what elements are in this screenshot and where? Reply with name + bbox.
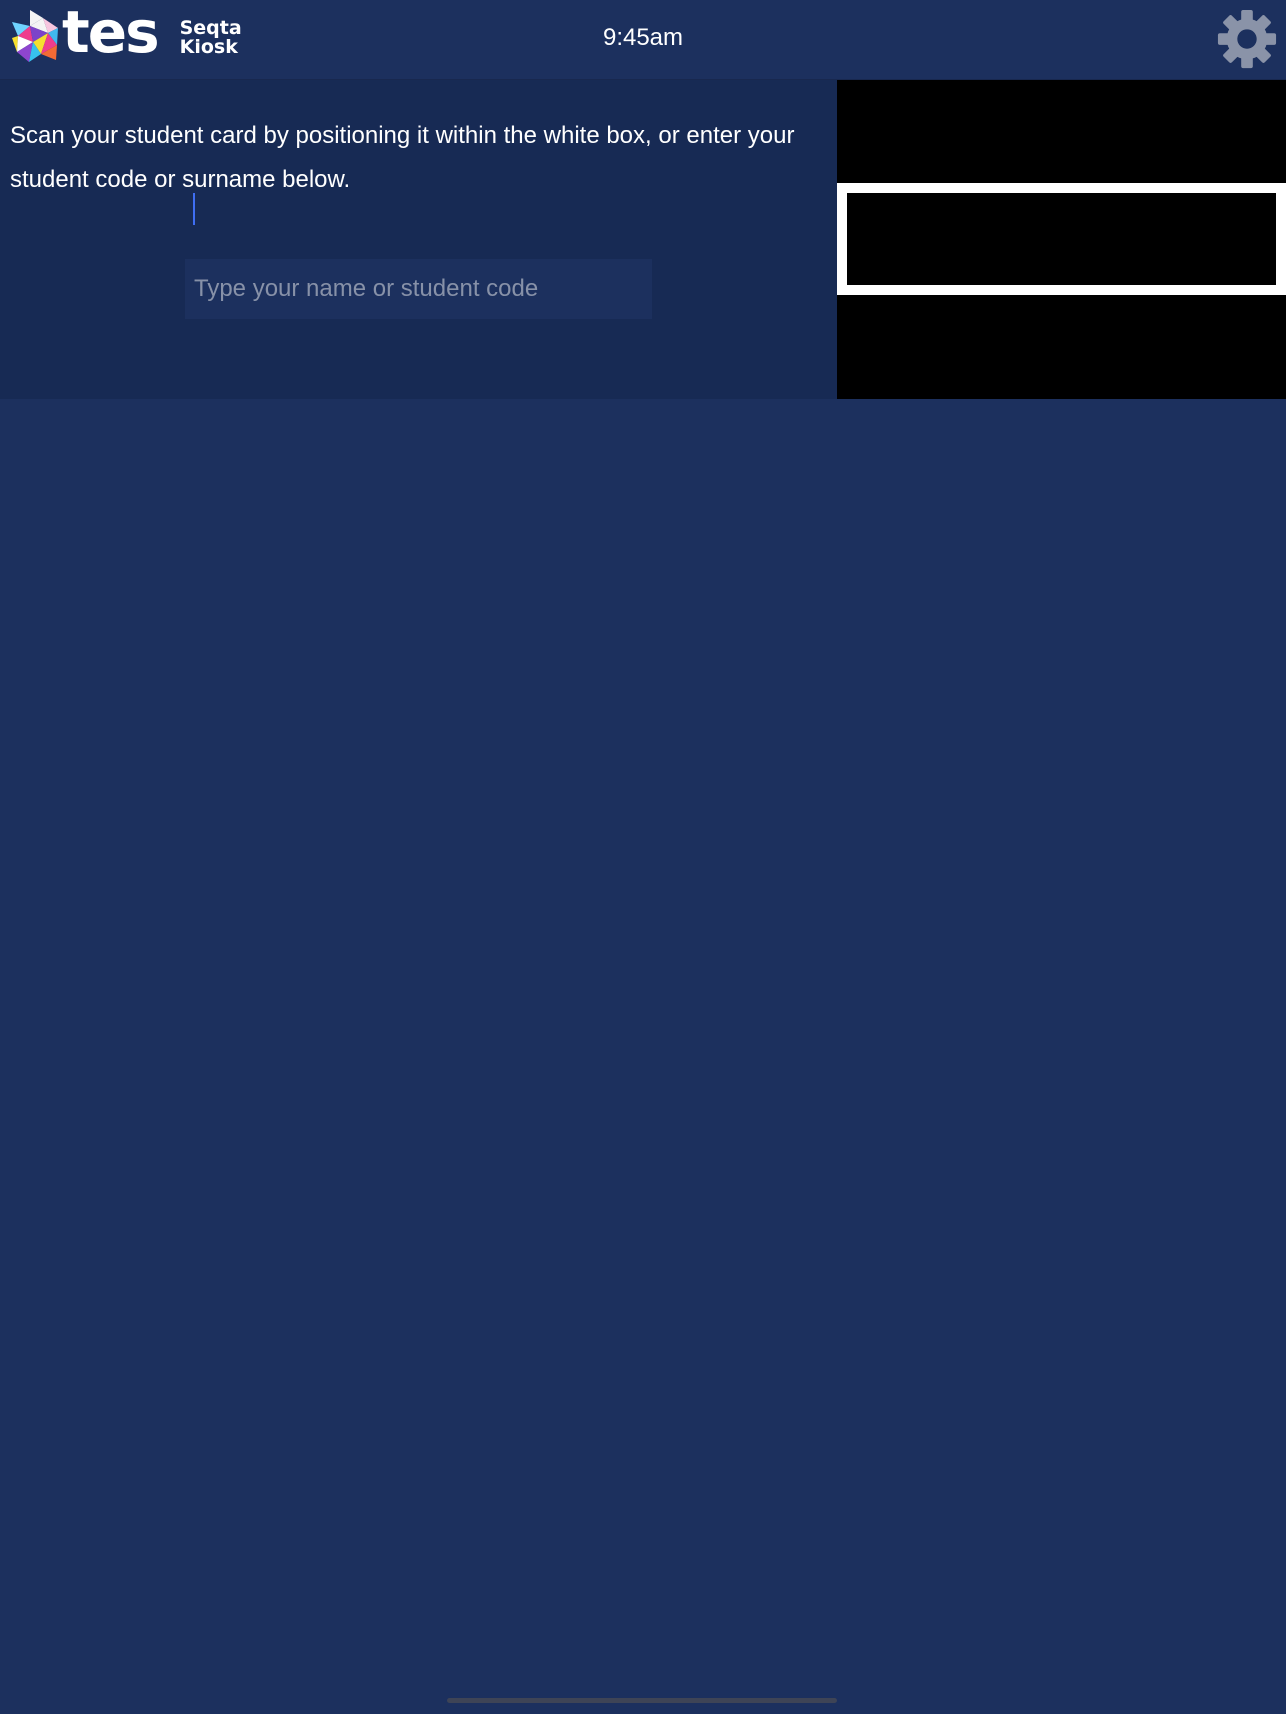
camera-preview (837, 80, 1286, 399)
text-cursor (193, 193, 195, 225)
kiosk-screen: tes Seqta Kiosk 9:45am Scan your student… (0, 0, 1286, 1714)
logo-wordmark: tes (62, 0, 160, 66)
scan-panel: Scan your student card by positioning it… (0, 80, 837, 399)
gear-icon (1217, 9, 1277, 69)
tes-logo-mark-icon (12, 10, 58, 62)
settings-button[interactable] (1216, 8, 1278, 70)
app-header: tes Seqta Kiosk 9:45am (0, 0, 1286, 80)
scan-target-window (847, 193, 1276, 285)
home-indicator[interactable] (447, 1698, 837, 1703)
scan-target-box (837, 183, 1286, 295)
scan-instructions: Scan your student card by positioning it… (10, 122, 795, 193)
logo-subtitle-line2: Kiosk (179, 36, 238, 58)
tes-logo: tes Seqta Kiosk (12, 3, 242, 62)
student-search-input[interactable] (185, 259, 652, 319)
logo-subtitle: Seqta Kiosk (180, 19, 242, 57)
